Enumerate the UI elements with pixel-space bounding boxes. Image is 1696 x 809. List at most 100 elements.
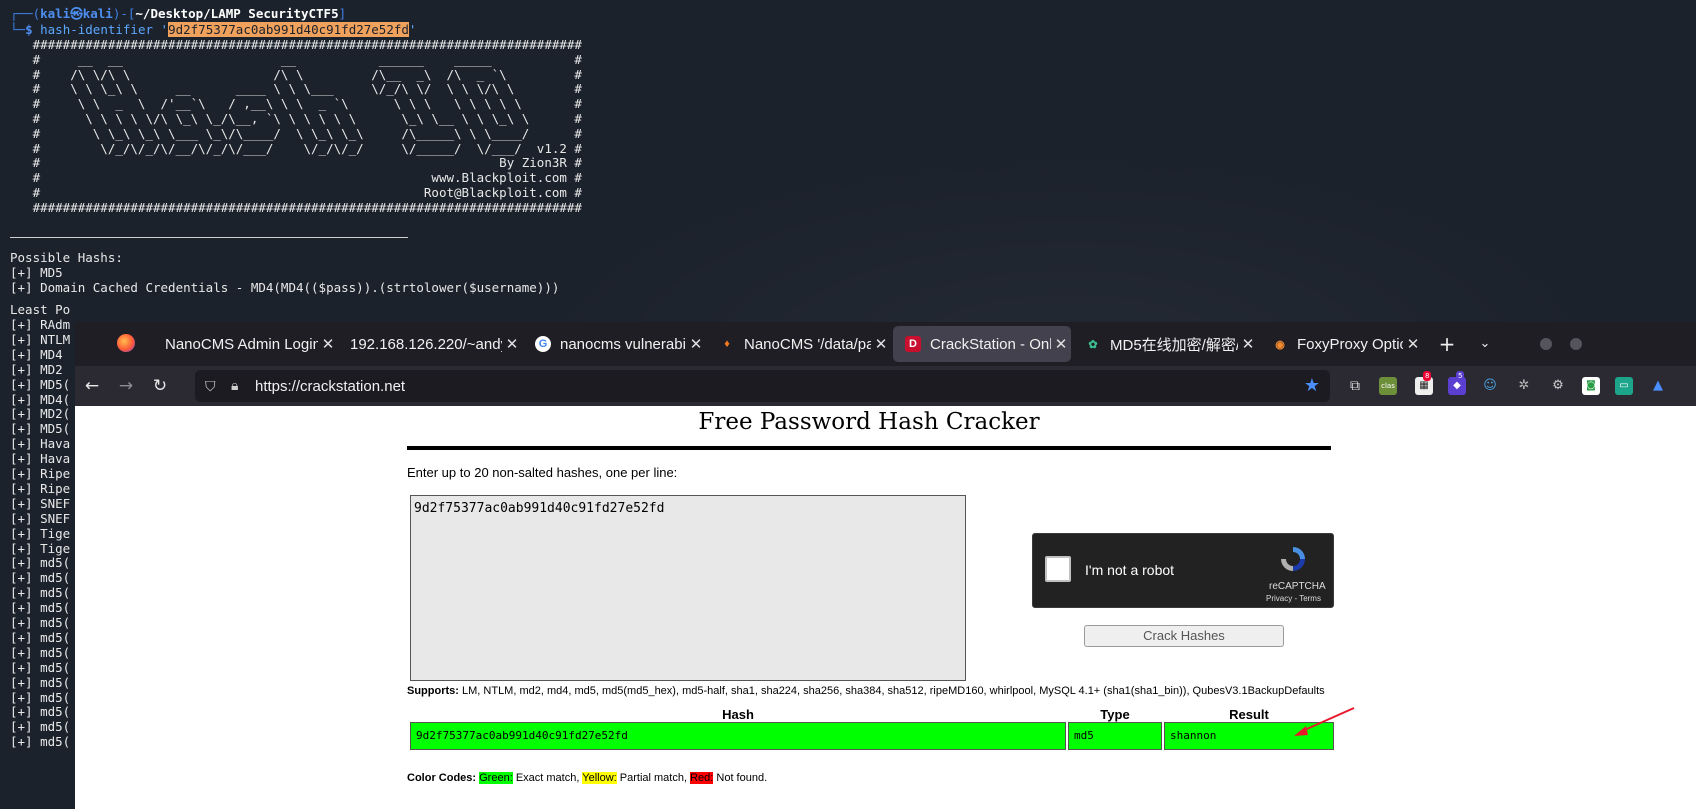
prompt-user: kali㉿kali [40, 6, 113, 21]
browser-tab[interactable]: ◉ FoxyProxy Options✕ [1260, 326, 1423, 362]
result-type-cell: md5 [1068, 722, 1162, 750]
crackstation-page: Free Password Hash Cracker Enter up to 2… [75, 406, 1696, 809]
command-hash-arg: 9d2f75377ac0ab991d40c91fd27e52fd [168, 22, 409, 37]
tab-title: FoxyProxy Options [1297, 335, 1403, 353]
legend-yellow: Yellow: [582, 772, 617, 784]
tab-close-icon[interactable]: ✕ [1238, 335, 1258, 353]
firefox-icon[interactable] [117, 334, 135, 352]
hash-input-textarea[interactable]: 9d2f75377ac0ab991d40c91fd27e52fd [410, 495, 966, 681]
address-bar[interactable]: ⛉ 🔒︎ https://crackstation.net ★ [195, 370, 1330, 402]
tab-close-icon[interactable]: ✕ [1403, 335, 1423, 353]
extension-three-badge: 5 [1456, 371, 1465, 381]
recaptcha-brand: reCAPTCHA [1269, 581, 1326, 592]
recaptcha-label: I'm not a robot [1085, 562, 1175, 578]
least-hash-item: [+] md5( [10, 674, 71, 690]
url-text[interactable]: https://crackstation.net [255, 378, 405, 395]
least-hash-item: [+] md5( [10, 704, 71, 720]
tab-title: nanocms vulnerability [560, 335, 686, 353]
banner-line: # www.Blackploit.com # [10, 170, 582, 186]
color-codes-legend: Color Codes: Green: Exact match, Yellow:… [407, 772, 767, 784]
maximize-dot-icon[interactable] [1570, 338, 1582, 350]
legend-red: Red: [690, 772, 714, 784]
least-hash-item: [+] Hava [10, 436, 71, 452]
least-hash-item: [+] md5( [10, 734, 71, 750]
tab-title: NanoCMS '/data/page [744, 335, 871, 353]
banner-line: # \ \_\ \_\ \___ \_\/\____/ \ \_\ \_\ /\… [10, 125, 582, 141]
terminal-divider [10, 237, 408, 238]
least-hash-item: [+] SNEF [10, 510, 71, 526]
tab-close-icon[interactable]: ✕ [318, 335, 338, 353]
extension-bug-icon[interactable]: ✲ [1515, 377, 1533, 395]
tracking-shield-icon[interactable]: ⛉ [205, 378, 216, 395]
banner-line: # \ \ _ \ /'__`\ / ,__\ \ \ _ `\ \ \ \ \… [10, 96, 582, 112]
legend-yellow-desc: Partial match, [616, 772, 691, 784]
browser-tab[interactable]: ♦ NanoCMS '/data/page✕ [707, 326, 891, 362]
least-hash-item: [+] NTLM [10, 331, 71, 347]
banner-line: ########################################… [10, 199, 582, 215]
tab-title: NanoCMS Admin Login [165, 335, 318, 353]
least-hash-item: [+] md5( [10, 600, 71, 616]
forward-arrow-icon[interactable]: → [113, 374, 139, 398]
lock-icon[interactable]: 🔒︎ [231, 377, 238, 394]
extension-gear-icon[interactable]: ⚙ [1549, 377, 1567, 395]
browser-tab[interactable]: NanoCMS Admin Login ✕ [153, 326, 338, 362]
google-icon: G [535, 336, 551, 352]
new-tab-icon[interactable]: + [1433, 330, 1461, 358]
least-hash-item: [+] MD2( [10, 406, 71, 422]
extension-three-icon[interactable]: ◆ 5 [1448, 371, 1466, 395]
extension-green-icon[interactable]: ◙ [1582, 377, 1600, 395]
least-hash-item: [+] md5( [10, 719, 71, 735]
extension-person-icon[interactable]: ☺ [1481, 377, 1499, 395]
possible-hash-item: [+] MD5 [10, 265, 63, 280]
browser-tab[interactable]: 192.168.126.220/~andy/d✕ [338, 326, 522, 362]
prompt-line: ┌──(kali㉿kali)-[~/Desktop/LAMP SecurityC… [10, 6, 347, 21]
supports-text: Supports: LM, NTLM, md2, md4, md5, md5(m… [407, 685, 1325, 697]
banner-line: # \ \ \_\ \ __ ____ \ \ \___ \/_/\ \/ \ … [10, 81, 582, 97]
least-hash-item: [+] Hava [10, 451, 71, 467]
tab-close-icon[interactable]: ✕ [871, 335, 891, 353]
tab-list-chevron-icon[interactable]: ⌄ [1471, 330, 1499, 358]
reload-icon[interactable]: ↻ [147, 374, 173, 398]
legend-green: Green: [479, 772, 513, 784]
recaptcha-terms-link[interactable]: Privacy - Terms [1266, 594, 1321, 603]
extension-code-icon[interactable]: ▭ [1615, 377, 1633, 395]
browser-tab[interactable]: D CrackStation - Online✕ [893, 326, 1071, 362]
recaptcha-checkbox[interactable] [1045, 556, 1071, 582]
legend-red-desc: Not found. [713, 772, 768, 784]
column-header-type: Type [1100, 707, 1130, 722]
extension-mountain-icon[interactable]: ▲ [1649, 377, 1667, 395]
back-arrow-icon[interactable]: ← [79, 374, 105, 398]
extensions-puzzle-icon[interactable]: ⧉ [1346, 377, 1364, 395]
tab-title: CrackStation - Online [930, 335, 1051, 353]
intro-text: Enter up to 20 non-salted hashes, one pe… [407, 465, 678, 480]
extension-two-badge: 8 [1423, 371, 1432, 381]
least-hash-item: [+] Tige [10, 540, 71, 556]
least-hash-item: [+] md5( [10, 570, 71, 586]
tab-close-icon[interactable]: ✕ [1051, 335, 1071, 353]
least-hash-item: [+] MD5( [10, 421, 71, 437]
extension-two-icon[interactable]: ▦ 8 [1415, 371, 1433, 395]
browser-tab[interactable]: ✿ MD5在线加密/解密/破✕ [1073, 326, 1258, 362]
least-possible-title: Least Po [10, 302, 71, 317]
legend-green-desc: Exact match, [512, 772, 583, 784]
least-hash-item: [+] MD2 [10, 361, 63, 377]
firefox-window: NanoCMS Admin Login ✕ 192.168.126.220/~and… [75, 322, 1696, 809]
supports-label: Supports: [407, 685, 459, 697]
supports-list: LM, NTLM, md2, md4, md5, md5(md5_hex), m… [458, 685, 1325, 697]
extension-clas-icon[interactable]: clas [1379, 377, 1397, 395]
minimize-dot-icon[interactable] [1540, 338, 1552, 350]
least-hash-item: [+] md5( [10, 659, 71, 675]
least-hash-item: [+] md5( [10, 629, 71, 645]
exploit-icon: ♦ [724, 338, 730, 350]
browser-tab[interactable]: Gnanocms vulnerability✕ [523, 326, 706, 362]
least-hash-item: [+] RAdm [10, 317, 71, 332]
column-header-hash: Hash [722, 707, 754, 722]
least-hash-item: [+] Ripe [10, 466, 71, 481]
crack-hashes-button[interactable]: Crack Hashes [1084, 625, 1284, 647]
tab-close-icon[interactable]: ✕ [502, 335, 522, 353]
least-hash-item: [+] SNEF [10, 495, 71, 511]
tab-close-icon[interactable]: ✕ [686, 335, 706, 353]
possible-hashes-title: Possible Hashs: [10, 250, 123, 265]
tab-bar: NanoCMS Admin Login ✕ 192.168.126.220/~and… [75, 322, 1696, 366]
bookmark-star-icon[interactable]: ★ [1304, 375, 1320, 396]
